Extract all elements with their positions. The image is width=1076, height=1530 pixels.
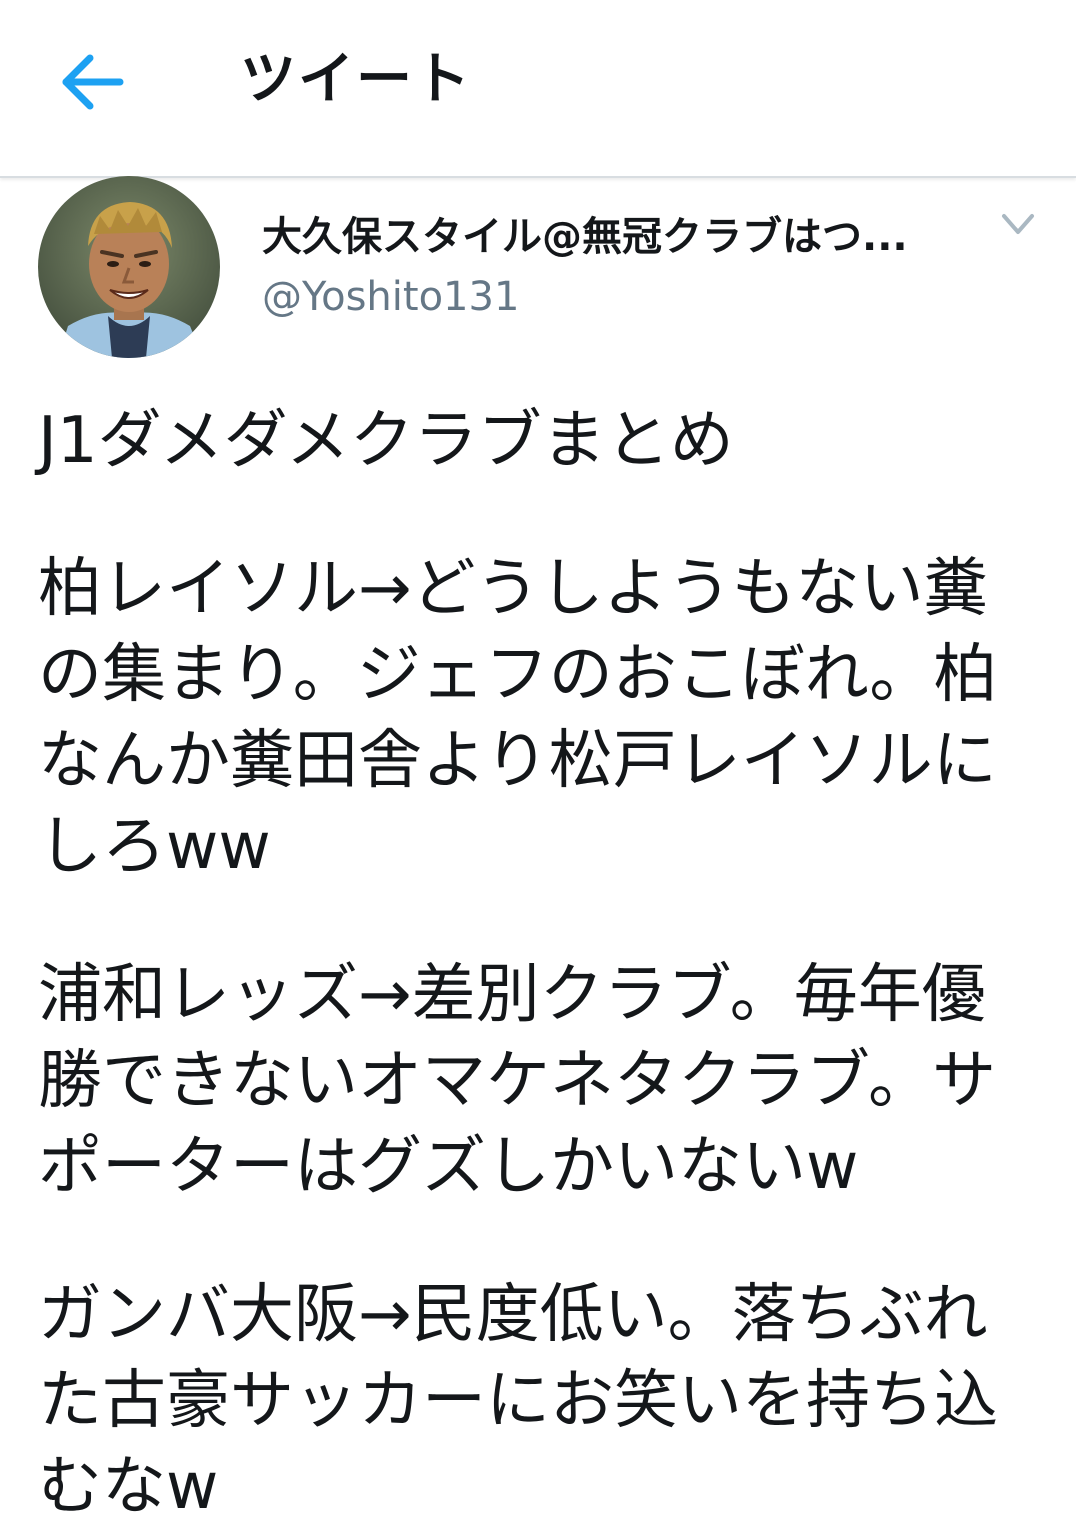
avatar[interactable] [38,176,220,358]
chevron-down-icon [1002,214,1034,234]
tweet-line: 浦和レッズ→差別クラブ。毎年優 [38,958,986,1032]
tweet-line: 勝できないオマケネタクラブ。サ [38,1044,997,1118]
tweet-line: むなw [38,1450,219,1524]
top-app-bar: ツイート [0,0,1076,178]
author-display-name[interactable]: 大久保スタイル@無冠クラブはつ... [262,210,952,264]
tweet-line: J1ダメダメクラブまとめ [38,404,734,478]
tweet-line: た古豪サッカーにお笑いを持ち込 [38,1364,998,1438]
tweet-line: しろww [38,810,271,884]
tweet-line: ガンバ大阪→民度低い。落ちぶれ [38,1278,988,1352]
arrow-left-icon [62,54,124,110]
tweet-line: なんか糞田舎より松戸レイソルに [38,724,997,798]
back-button[interactable] [56,50,128,114]
avatar-photo [38,176,220,358]
tweet-line: の集まり。ジェフのおこぼれ。柏 [38,638,998,712]
tweet-text: J1ダメダメクラブまとめ 柏レイソル→どうしようもない糞 の集まり。ジェフのおこ… [38,398,1028,1530]
author-handle[interactable]: @Yoshito131 [262,270,519,324]
tweet-line: 柏レイソル→どうしようもない糞 [38,552,988,626]
tweet-options-button[interactable] [994,206,1042,246]
tweet-line: ポーターはグズしかいないw [38,1130,859,1204]
page-title: ツイート [240,47,472,112]
